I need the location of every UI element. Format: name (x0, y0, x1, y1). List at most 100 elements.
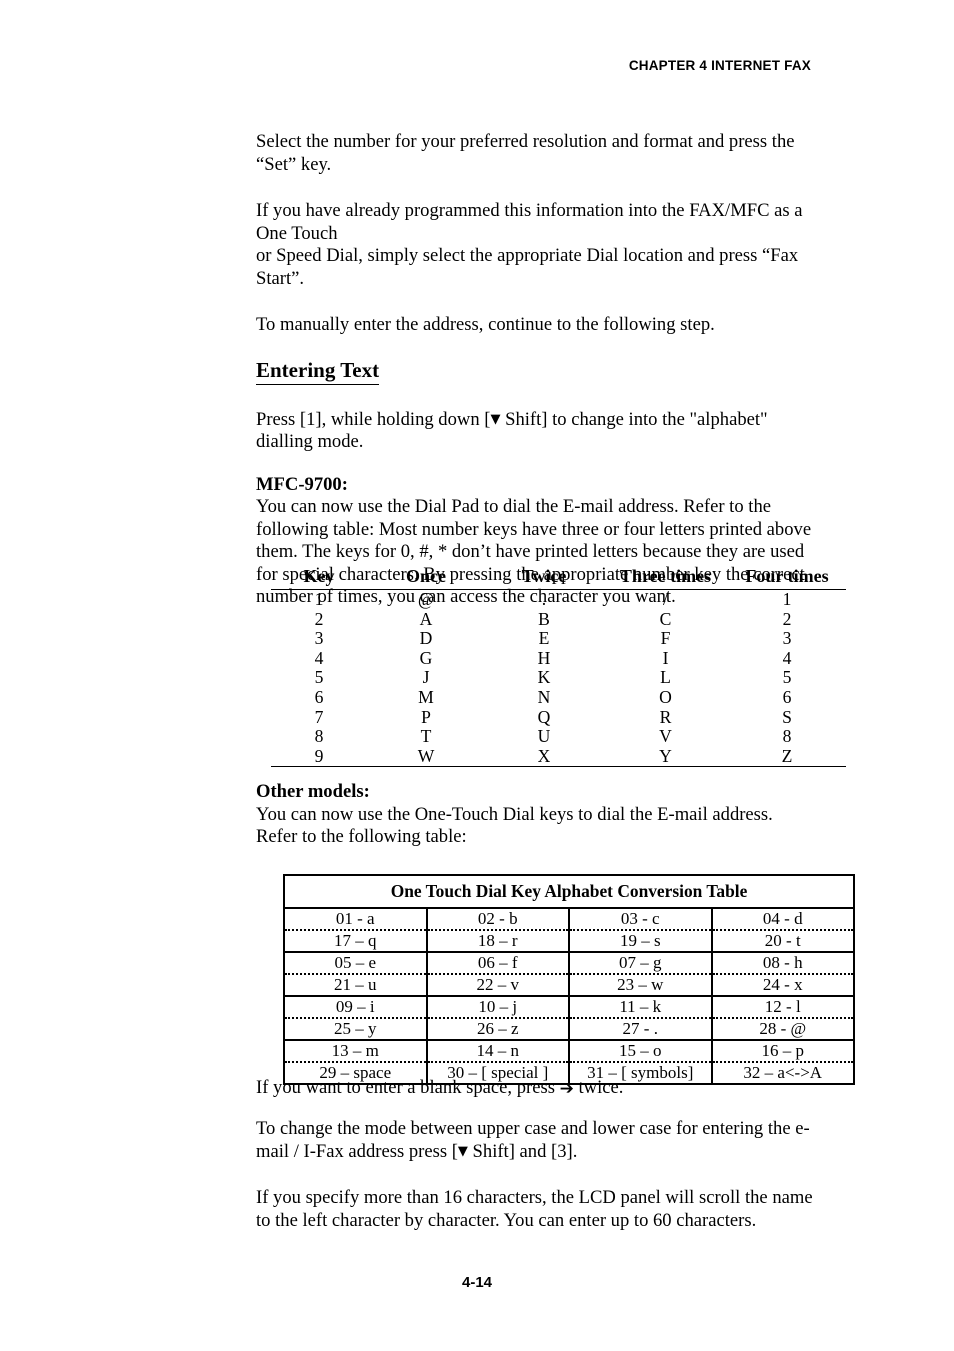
conversion-cell: 03 - c (568, 907, 713, 930)
cell-twice: E (538, 628, 550, 649)
cell-four: 8 (782, 726, 792, 747)
conversion-cell: 01 - a (283, 907, 428, 930)
table-row: 09 – i 10 – j 11 – k 12 - l (283, 995, 855, 1018)
change-case-text-after: Shift] and [3]. (467, 1140, 578, 1162)
blank-space-note: If you want to enter a blank space, pres… (256, 1077, 826, 1100)
conversion-cell: 25 – y (283, 1017, 428, 1040)
column-header-three-times: Three times (603, 566, 728, 590)
cell-three: L (660, 667, 671, 688)
table-row: 2 A B C 2 (271, 608, 846, 630)
cell-four: 2 (782, 608, 792, 629)
cell-twice: K (537, 667, 551, 688)
cell-twice: H (537, 647, 551, 668)
conversion-cell: 15 – o (568, 1039, 713, 1062)
document-page: CHAPTER 4 INTERNET FAX Select the number… (0, 0, 954, 1351)
paragraph-one-touch-instructions: You can now use the One-Touch Dial keys … (256, 803, 773, 848)
cell-three: Y (603, 746, 728, 768)
column-header-key: Key (271, 566, 367, 590)
table-row: 7 P Q R S (271, 706, 846, 728)
blank-space-text-before: If you want to enter a blank space, pres… (256, 1077, 560, 1098)
cell-twice: Q (537, 706, 551, 727)
conversion-cell: 23 – w (568, 973, 713, 996)
column-header-twice: Twice (485, 566, 603, 590)
conversion-cell: 21 – u (283, 973, 428, 996)
arrow-right-icon: ➔ (559, 1079, 574, 1099)
table-row: 01 - a 02 - b 03 - c 04 - d (283, 907, 855, 930)
table-row: 13 – m 14 – n 15 – o 16 – p (283, 1039, 855, 1062)
cell-once: P (421, 706, 431, 727)
cell-key: 3 (314, 628, 324, 649)
cell-once: T (420, 726, 432, 747)
cell-twice: N (537, 686, 551, 707)
cell-three: V (659, 726, 672, 747)
cell-key: 9 (271, 746, 367, 768)
table-row: 21 – u 22 – v 23 – w 24 - x (283, 973, 855, 996)
paragraph-programmed-line2: or Speed Dial, simply select the appropr… (256, 245, 799, 289)
cell-four: 5 (782, 667, 792, 688)
one-touch-conversion-table: One Touch Dial Key Alphabet Conversion T… (283, 874, 855, 1085)
cell-once: G (419, 647, 433, 668)
conversion-cell: 22 – v (425, 973, 570, 996)
page-number: 4-14 (461, 1274, 493, 1291)
cell-key: 2 (314, 608, 324, 629)
paragraph-press-shift: Press [1], while holding down [▼ Shift] … (256, 409, 816, 454)
table-row: 3 D E F 3 (271, 629, 846, 649)
conversion-cell: 02 - b (425, 907, 570, 930)
closing-paragraphs: To change the mode between upper case an… (256, 1118, 826, 1232)
table-row: 4 G H I 4 (271, 647, 846, 669)
paragraph-blank-space: If you want to enter a blank space, pres… (256, 1077, 826, 1100)
running-header: CHAPTER 4 INTERNET FAX (628, 58, 811, 73)
cell-key: 1 (314, 589, 324, 609)
cell-twice: . (541, 589, 547, 609)
label-other-models: Other models: (256, 781, 370, 802)
key-press-table: Key Once Twice Three times Four times 1 … (271, 566, 846, 768)
other-models-block: Other models: You can now use the One-To… (256, 781, 816, 849)
cell-once: D (419, 628, 433, 649)
cell-once: J (422, 667, 430, 688)
conversion-cell: 14 – n (425, 1039, 570, 1062)
conversion-cell: 20 - t (710, 929, 855, 952)
conversion-cell: 12 - l (710, 995, 855, 1018)
conversion-cell: 16 – p (710, 1039, 855, 1062)
conversion-table-title-row: One Touch Dial Key Alphabet Conversion T… (284, 875, 854, 909)
conversion-cell: 06 – f (425, 951, 570, 974)
cell-twice: B (538, 608, 550, 629)
arrow-down-icon: ▼ (457, 1143, 468, 1159)
conversion-cell: 26 – z (425, 1017, 570, 1040)
cell-twice: X (485, 746, 603, 768)
cell-four: Z (728, 746, 846, 768)
cell-key: 5 (314, 667, 324, 688)
blank-space-text-after: twice. (573, 1077, 624, 1098)
conversion-cell: 09 – i (283, 995, 428, 1018)
conversion-cell: 13 – m (283, 1039, 428, 1062)
cell-once: @ (417, 589, 435, 609)
table-row: 05 – e 06 – f 07 – g 08 - h (283, 951, 855, 974)
paragraph-select-number: Select the number for your preferred res… (256, 131, 795, 175)
cell-four: S (782, 706, 792, 727)
cell-once: M (418, 686, 434, 707)
cell-key: 6 (314, 686, 324, 707)
cell-four: 4 (782, 647, 792, 668)
cell-twice: U (537, 726, 551, 747)
conversion-cell: 19 – s (568, 929, 713, 952)
cell-once: A (419, 608, 433, 629)
table-header-row: Key Once Twice Three times Four times (271, 566, 846, 590)
conversion-cell: 04 - d (710, 907, 855, 930)
heading-wrapper: Entering Text (256, 357, 816, 385)
conversion-cell: 11 – k (568, 995, 713, 1018)
column-header-four-times: Four times (728, 566, 846, 590)
cell-four: 1 (782, 589, 792, 609)
conversion-cell: 05 – e (283, 951, 428, 974)
column-header-once: Once (367, 566, 485, 590)
conversion-cell: 17 – q (283, 929, 428, 952)
conversion-cell: 18 – r (425, 929, 570, 952)
page-title: Entering Text (256, 357, 380, 385)
paragraph-manual-entry: To manually enter the address, continue … (256, 314, 715, 335)
conversion-cell: 27 - . (568, 1017, 713, 1040)
conversion-cell: 24 - x (710, 973, 855, 996)
conversion-cell: 07 – g (568, 951, 713, 974)
